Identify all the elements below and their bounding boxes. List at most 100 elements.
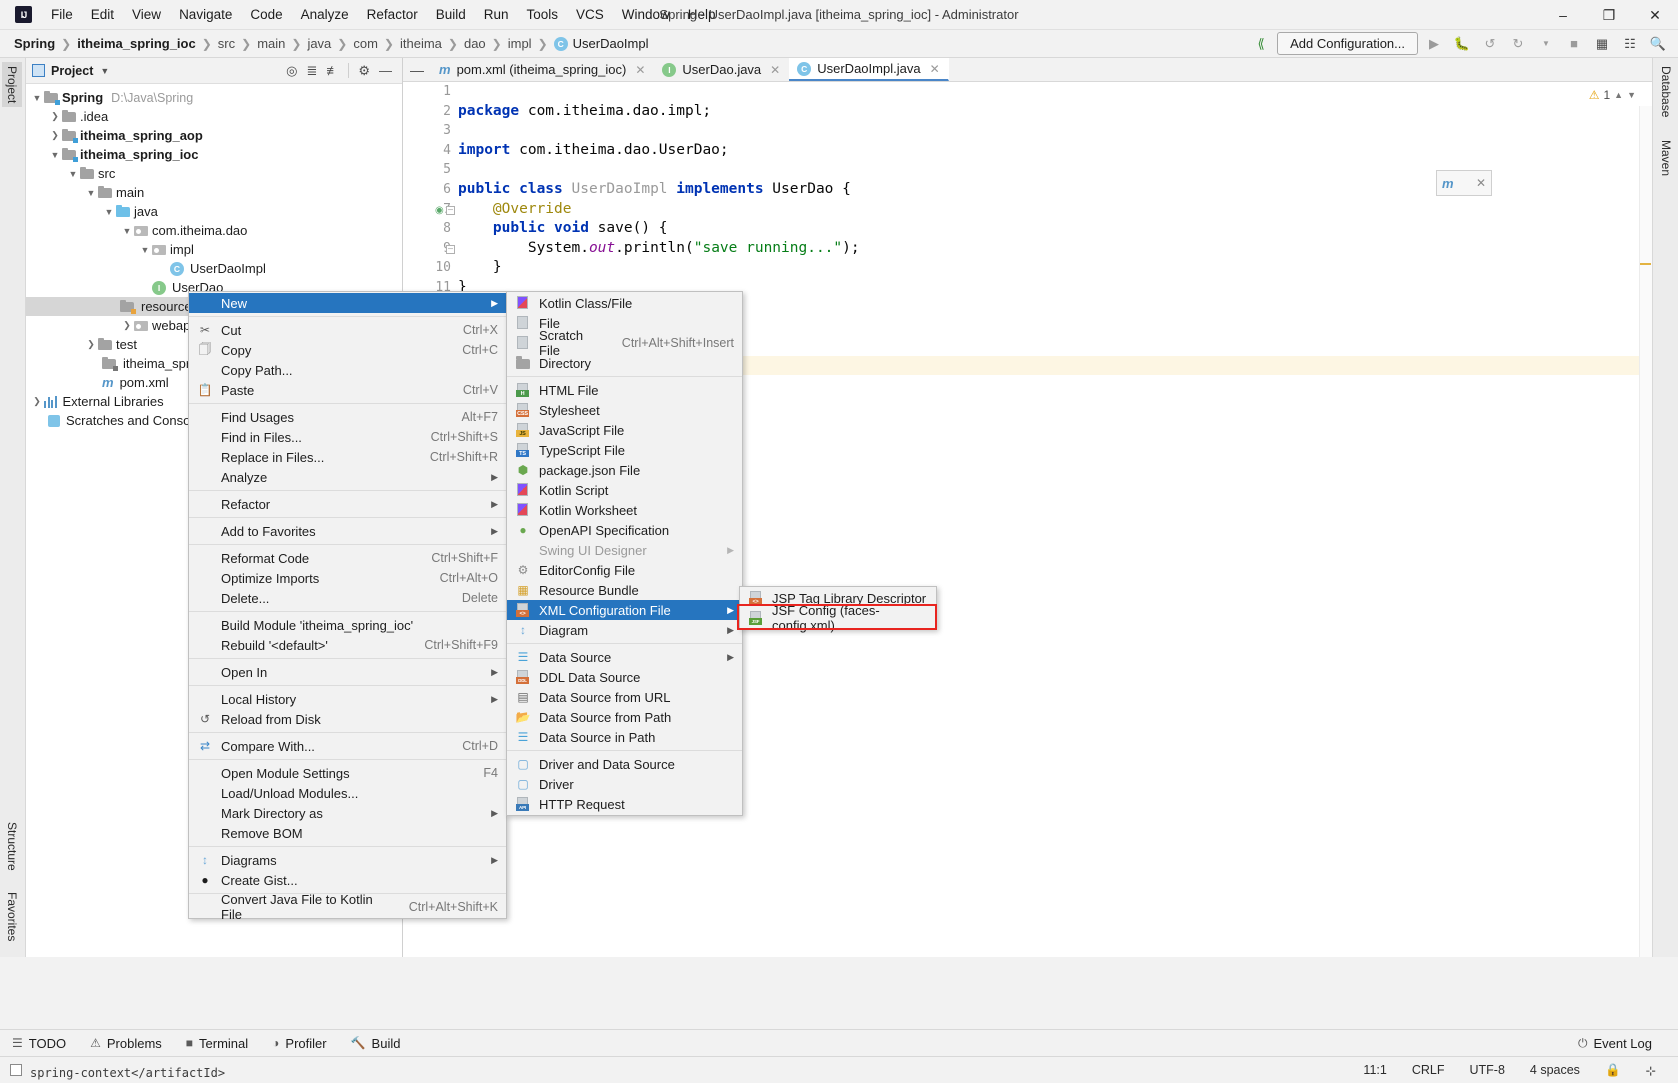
chevron-down-icon[interactable]: ▼ bbox=[1534, 33, 1558, 55]
branch-icon[interactable]: ⊹ bbox=[1633, 1063, 1668, 1078]
submenu-item-openapi-specification[interactable]: ● OpenAPI Specification bbox=[507, 520, 742, 540]
context-menu-item-build-module[interactable]: Build Module 'itheima_spring_ioc' bbox=[189, 615, 506, 635]
submenu-item-data-source-in-path[interactable]: ☰ Data Source in Path bbox=[507, 727, 742, 747]
submenu-item-diagram[interactable]: ↕ Diagram ▶ bbox=[507, 620, 742, 640]
menu-help[interactable]: Help bbox=[679, 3, 725, 26]
submenu-item-typescript-file[interactable]: TS TypeScript File bbox=[507, 440, 742, 460]
context-menu-item-reformat-code[interactable]: Reformat Code Ctrl+Shift+F bbox=[189, 548, 506, 568]
context-menu-item-analyze[interactable]: Analyze ▶ bbox=[189, 467, 506, 487]
submenu-item-driver-and-data-source[interactable]: ▢ Driver and Data Source bbox=[507, 754, 742, 774]
context-menu-item-new[interactable]: New ▶ bbox=[189, 293, 506, 313]
menu-run[interactable]: Run bbox=[475, 3, 518, 26]
tree-node-spring[interactable]: ▼ Spring D:\Java\Spring bbox=[26, 88, 402, 107]
submenu-item-html-file[interactable]: H HTML File bbox=[507, 380, 742, 400]
profile-icon[interactable]: ↻ bbox=[1506, 33, 1530, 55]
context-menu-item-load-unload-modules[interactable]: Load/Unload Modules... bbox=[189, 783, 506, 803]
build-icon[interactable]: ⟪ bbox=[1249, 33, 1273, 55]
breadcrumb-spring[interactable]: Spring bbox=[14, 36, 55, 51]
menu-view[interactable]: View bbox=[123, 3, 170, 26]
context-menu-item-convert-java-to-kotlin[interactable]: Convert Java File to Kotlin File Ctrl+Al… bbox=[189, 892, 506, 922]
submenu-item-packagejson-file[interactable]: ⬢ package.json File bbox=[507, 460, 742, 480]
submenu-item-directory[interactable]: Directory bbox=[507, 353, 742, 373]
submenu-item-data-source-from-url[interactable]: ▤ Data Source from URL bbox=[507, 687, 742, 707]
context-menu[interactable]: New ▶ ✂ Cut Ctrl+X 🗍 Copy Ctrl+C Copy Pa… bbox=[188, 291, 507, 922]
bottom-tab-build[interactable]: 🔨 Build bbox=[339, 1036, 413, 1051]
context-menu-item-cut[interactable]: ✂ Cut Ctrl+X bbox=[189, 320, 506, 340]
submenu-item-http-request[interactable]: API HTTP Request bbox=[507, 794, 742, 814]
chevron-down-icon[interactable]: ▼ bbox=[48, 150, 62, 160]
chevron-down-icon[interactable]: ▼ bbox=[30, 93, 44, 103]
maximize-button[interactable]: ❐ bbox=[1586, 0, 1632, 30]
add-configuration-button[interactable]: Add Configuration... bbox=[1277, 32, 1418, 55]
submenu-item-jsf-config[interactable]: JSF JSF Config (faces-config.xml) bbox=[740, 603, 936, 633]
tree-node-src[interactable]: ▼ src bbox=[26, 164, 402, 183]
menu-vcs[interactable]: VCS bbox=[567, 3, 613, 26]
submenu-item-resource-bundle[interactable]: ▦ Resource Bundle bbox=[507, 580, 742, 600]
context-menu-item-open-module-settings[interactable]: Open Module Settings F4 bbox=[189, 763, 506, 783]
context-menu-item-copy[interactable]: 🗍 Copy Ctrl+C bbox=[189, 340, 506, 360]
submenu-item-stylesheet[interactable]: CSS Stylesheet bbox=[507, 400, 742, 420]
indent-setting[interactable]: 4 spaces bbox=[1517, 1063, 1592, 1077]
chevron-up-icon[interactable]: ▲ bbox=[1614, 90, 1623, 100]
hide-editor-icon[interactable]: — bbox=[403, 58, 431, 81]
context-menu-item-diagrams[interactable]: ↕ Diagrams ▶ bbox=[189, 850, 506, 870]
tree-node-itheima-spring-ioc[interactable]: ▼ itheima_spring_ioc bbox=[26, 145, 402, 164]
tool-window-structure[interactable]: Structure bbox=[2, 818, 22, 875]
breadcrumb-src[interactable]: src bbox=[218, 36, 235, 51]
line-separator[interactable]: CRLF bbox=[1399, 1063, 1457, 1077]
context-menu-item-open-in[interactable]: Open In ▶ bbox=[189, 662, 506, 682]
error-stripe[interactable] bbox=[1639, 106, 1652, 957]
breadcrumb-impl[interactable]: impl bbox=[508, 36, 532, 51]
menu-code[interactable]: Code bbox=[241, 3, 291, 26]
run-with-coverage-icon[interactable]: ↺ bbox=[1478, 33, 1502, 55]
context-menu-item-find-usages[interactable]: Find Usages Alt+F7 bbox=[189, 407, 506, 427]
close-icon[interactable]: ✕ bbox=[930, 62, 940, 76]
tree-node-userdaoimpl[interactable]: C UserDaoImpl bbox=[26, 259, 402, 278]
context-menu-item-create-gist[interactable]: ● Create Gist... bbox=[189, 870, 506, 890]
chevron-down-icon[interactable]: ▼ bbox=[138, 245, 152, 255]
minimize-button[interactable]: – bbox=[1540, 0, 1586, 30]
tool-window-favorites[interactable]: Favorites bbox=[2, 888, 22, 945]
editor-tab-userdao-java[interactable]: I UserDao.java ✕ bbox=[654, 58, 790, 81]
menu-build[interactable]: Build bbox=[427, 3, 475, 26]
tree-node-idea[interactable]: ❯ .idea bbox=[26, 107, 402, 126]
context-menu-item-refactor[interactable]: Refactor ▶ bbox=[189, 494, 506, 514]
close-icon[interactable]: ✕ bbox=[1476, 176, 1486, 190]
bottom-tab-todo[interactable]: ☰ TODO bbox=[0, 1036, 78, 1051]
context-menu-item-remove-bom[interactable]: Remove BOM bbox=[189, 823, 506, 843]
menu-window[interactable]: Window bbox=[613, 3, 679, 26]
context-menu-item-compare-with[interactable]: ⇄ Compare With... Ctrl+D bbox=[189, 736, 506, 756]
menu-edit[interactable]: Edit bbox=[82, 3, 123, 26]
editor-tab-userdaoimpl-java[interactable]: C UserDaoImpl.java ✕ bbox=[789, 58, 949, 81]
locate-icon[interactable]: ◎ bbox=[286, 63, 297, 79]
chevron-down-icon[interactable]: ▼ bbox=[100, 66, 109, 76]
tree-node-com-itheima-dao[interactable]: ▼ com.itheima.dao bbox=[26, 221, 402, 240]
chevron-right-icon[interactable]: ❯ bbox=[120, 320, 134, 331]
context-menu-item-find-in-files[interactable]: Find in Files... Ctrl+Shift+S bbox=[189, 427, 506, 447]
breadcrumb-com[interactable]: com bbox=[353, 36, 378, 51]
chevron-down-icon[interactable]: ▼ bbox=[66, 169, 80, 179]
close-icon[interactable]: ✕ bbox=[635, 63, 645, 77]
bottom-tab-problems[interactable]: ⚠ Problems bbox=[78, 1036, 174, 1051]
toggle-toolbar-icon[interactable] bbox=[10, 1064, 22, 1076]
event-log-button[interactable]: ⏻ Event Log bbox=[1566, 1036, 1664, 1051]
layout-icon[interactable]: ☷ bbox=[1618, 33, 1642, 55]
editor-tab-pom-xml[interactable]: m pom.xml (itheima_spring_ioc) ✕ bbox=[431, 58, 655, 81]
menu-navigate[interactable]: Navigate bbox=[170, 3, 241, 26]
submenu-item-kotlin-script[interactable]: Kotlin Script bbox=[507, 480, 742, 500]
tree-node-main[interactable]: ▼ main bbox=[26, 183, 402, 202]
caret-position[interactable]: 11:1 bbox=[1350, 1063, 1398, 1077]
gear-icon[interactable]: ⚙ bbox=[358, 63, 370, 79]
submenu-item-javascript-file[interactable]: JS JavaScript File bbox=[507, 420, 742, 440]
chevron-down-icon[interactable]: ▼ bbox=[1627, 90, 1636, 100]
submenu-item-xml-configuration-file[interactable]: <> XML Configuration File ▶ bbox=[507, 600, 742, 620]
tree-node-impl[interactable]: ▼ impl bbox=[26, 240, 402, 259]
breadcrumb-java[interactable]: java bbox=[307, 36, 331, 51]
submenu-item-data-source-from-path[interactable]: 📂 Data Source from Path bbox=[507, 707, 742, 727]
collapse-all-icon[interactable]: ≢ bbox=[326, 63, 339, 78]
tool-window-maven[interactable]: Maven bbox=[1656, 136, 1676, 180]
chevron-right-icon[interactable]: ❯ bbox=[30, 396, 44, 407]
menu-tools[interactable]: Tools bbox=[518, 3, 568, 26]
expand-all-icon[interactable]: ≣ bbox=[306, 63, 317, 79]
context-menu-item-local-history[interactable]: Local History ▶ bbox=[189, 689, 506, 709]
